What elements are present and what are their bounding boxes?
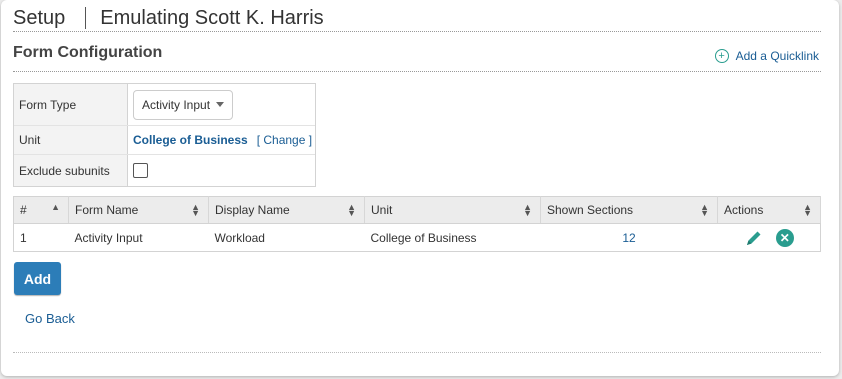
page-title: Setup (13, 6, 66, 29)
add-button[interactable]: Add (14, 262, 61, 295)
exclude-subunits-row: Exclude subunits (14, 155, 315, 186)
column-header-unit[interactable]: Unit ▲ ▼ (364, 196, 541, 224)
chevron-down-icon (216, 102, 225, 107)
column-header-label: Unit (371, 203, 393, 217)
column-header-label: # (20, 203, 27, 217)
sort-icon: ▲ ▼ (803, 202, 812, 218)
sort-icon: ▲ ▼ (347, 202, 356, 218)
section-divider (13, 71, 821, 72)
sort-icon: ▲ ▼ (523, 202, 532, 218)
add-quicklink-link[interactable]: + Add a Quicklink (714, 49, 819, 63)
cell-shown-sections: 12 (541, 224, 718, 252)
section-title: Form Configuration (13, 44, 163, 61)
cell-unit: College of Business (370, 230, 477, 245)
column-header-label: Shown Sections (547, 203, 634, 217)
cell-form-name: Activity Input (74, 230, 143, 245)
column-header-shown-sections[interactable]: Shown Sections ▲ ▼ (540, 196, 718, 224)
unit-row: Unit College of Business [ Change ] (14, 126, 315, 155)
unit-link[interactable]: College of Business (133, 133, 248, 147)
quicklink-label: Add a Quicklink (735, 49, 819, 63)
forms-table: # ▲ Form Name ▲ ▼ Display Name ▲ ▼ Unit ▲ ▼… (13, 196, 821, 252)
sort-icon: ▲ ▼ (191, 202, 200, 218)
form-type-label: Form Type (14, 84, 128, 125)
app-window: Setup Emulating Scott K. Harris Form Con… (1, 0, 839, 376)
form-config-panel: Form Type Activity Input Unit College of… (13, 83, 316, 187)
exclude-subunits-checkbox[interactable] (133, 163, 148, 178)
sort-asc-icon: ▲ (51, 202, 60, 212)
unit-label: Unit (14, 126, 128, 154)
shown-sections-link[interactable]: 12 (622, 231, 635, 245)
form-type-select[interactable]: Activity Input (133, 89, 234, 120)
header-divider (85, 7, 87, 29)
go-back-link[interactable]: Go Back (25, 311, 75, 326)
cell-number: 1 (20, 230, 27, 245)
column-header-display-name[interactable]: Display Name ▲ ▼ (208, 196, 365, 224)
form-type-value: Activity Input (142, 97, 211, 112)
table-row: 1 Activity Input Workload College of Bus… (14, 224, 821, 252)
column-header-form-name[interactable]: Form Name ▲ ▼ (68, 196, 209, 224)
cell-actions: ✕ (718, 224, 821, 252)
change-unit-link[interactable]: [ Change ] (257, 133, 312, 147)
plus-circle-icon: + (714, 49, 729, 63)
form-type-row: Form Type Activity Input (14, 84, 315, 126)
page-header: Setup Emulating Scott K. Harris (13, 5, 821, 32)
sort-icon: ▲ ▼ (700, 202, 709, 218)
column-header-label: Form Name (75, 203, 139, 217)
bottom-divider (13, 352, 821, 353)
pencil-icon[interactable] (744, 228, 764, 248)
exclude-subunits-label: Exclude subunits (14, 155, 128, 186)
delete-icon[interactable]: ✕ (775, 228, 794, 247)
column-header-number[interactable]: # ▲ (13, 196, 69, 224)
column-header-label: Display Name (215, 203, 290, 217)
emulating-label: Emulating Scott K. Harris (100, 6, 324, 29)
column-header-label: Actions (724, 203, 764, 217)
column-header-actions[interactable]: Actions ▲ ▼ (717, 196, 821, 224)
cell-display-name: Workload (214, 230, 265, 245)
